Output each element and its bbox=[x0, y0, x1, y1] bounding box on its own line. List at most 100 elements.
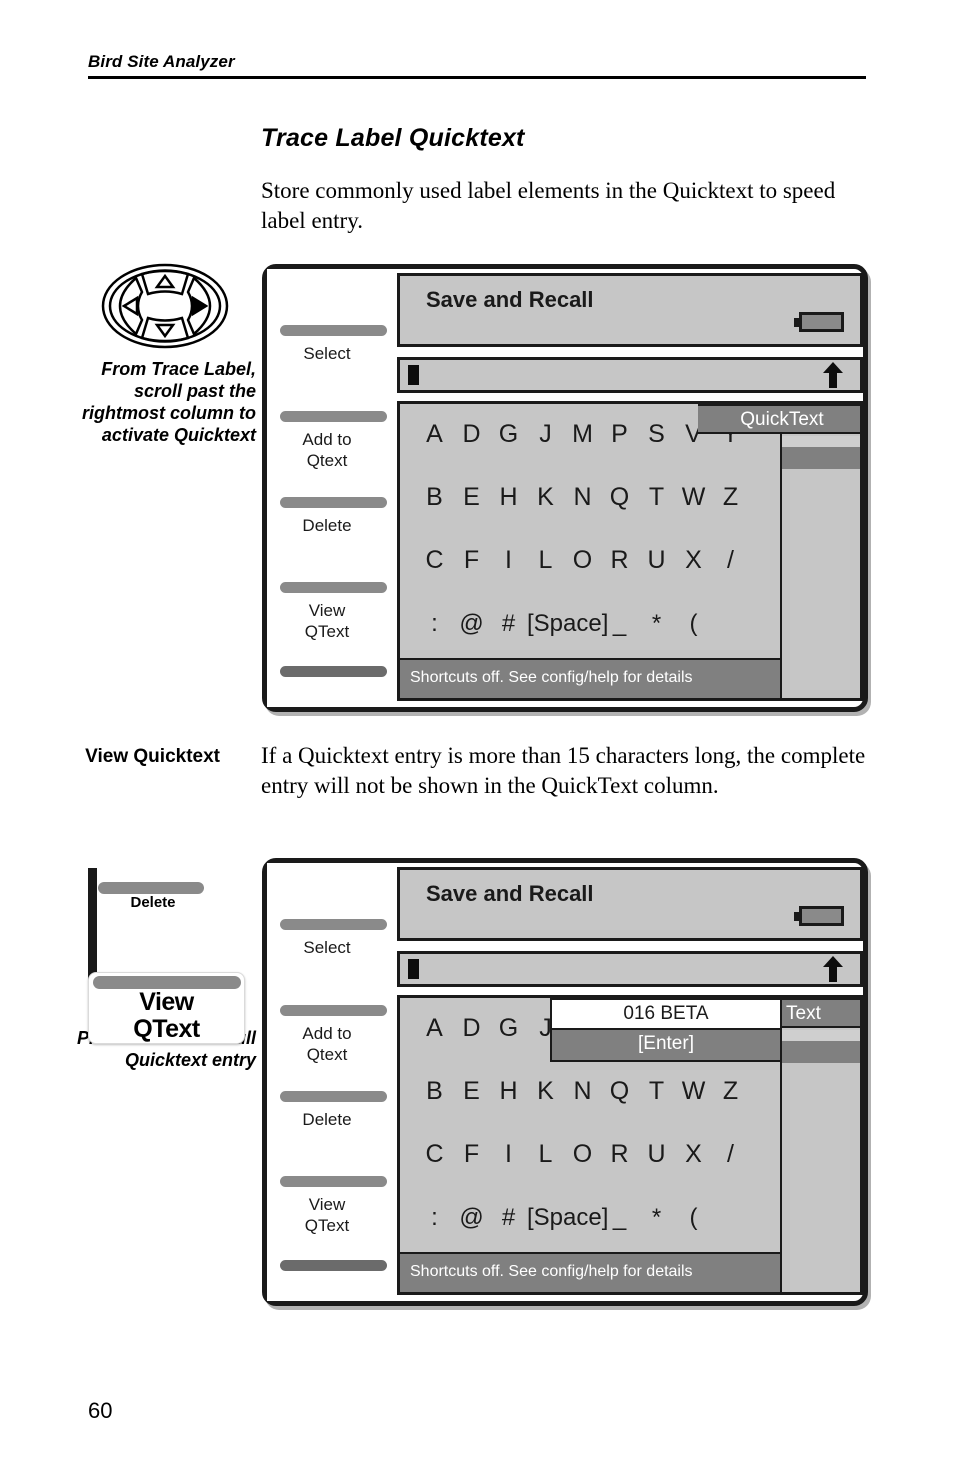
key[interactable]: B bbox=[416, 483, 453, 512]
key[interactable]: S bbox=[638, 420, 675, 449]
key[interactable]: _ bbox=[601, 1204, 638, 1232]
view-quicktext-paragraph: If a Quicktext entry is more than 15 cha… bbox=[261, 743, 866, 798]
key[interactable]: F bbox=[453, 546, 490, 575]
page-title: Trace Label Quicktext bbox=[261, 124, 525, 152]
key[interactable]: A bbox=[416, 420, 453, 449]
key[interactable]: : bbox=[416, 610, 453, 638]
key[interactable]: L bbox=[527, 1140, 564, 1169]
key[interactable]: Z bbox=[712, 483, 749, 512]
key[interactable]: H bbox=[490, 1077, 527, 1106]
dpad-callout-caption: From Trace Label, scroll past the rightm… bbox=[82, 359, 256, 445]
softkey-blank[interactable] bbox=[267, 1260, 395, 1278]
view-quicktext-side-label: View Quicktext bbox=[85, 746, 220, 767]
softkey-view-qtext[interactable]: View QText bbox=[267, 582, 395, 642]
softkey-label: View QText bbox=[304, 601, 350, 641]
key[interactable]: O bbox=[564, 1140, 601, 1169]
softkey-view-qtext[interactable]: View QText bbox=[267, 1176, 395, 1236]
key[interactable]: B bbox=[416, 1077, 453, 1106]
text-cursor-icon bbox=[408, 365, 419, 385]
battery-body bbox=[799, 906, 844, 926]
quicktext-row-selected[interactable] bbox=[782, 447, 860, 469]
key[interactable]: P bbox=[601, 420, 638, 449]
key[interactable]: G bbox=[490, 420, 527, 449]
key[interactable]: / bbox=[712, 1140, 749, 1169]
key[interactable]: X bbox=[675, 546, 712, 575]
key[interactable]: T bbox=[638, 483, 675, 512]
key[interactable]: F bbox=[453, 1140, 490, 1169]
key[interactable]: / bbox=[712, 546, 749, 575]
key[interactable]: I bbox=[490, 1140, 527, 1169]
view-qtext-softkey-button[interactable]: View QText bbox=[88, 972, 245, 1044]
key[interactable]: C bbox=[416, 546, 453, 575]
quicktext-popup-value: 016 BETA bbox=[550, 998, 782, 1030]
key[interactable]: O bbox=[564, 546, 601, 575]
character-grid: A D G J M P S V Y B E H K N Q T W Z C F … bbox=[400, 404, 780, 658]
key[interactable]: Q bbox=[601, 483, 638, 512]
quicktext-popup-enter-item[interactable]: [Enter] bbox=[550, 1030, 782, 1062]
quicktext-column[interactable]: QuickText bbox=[698, 404, 860, 698]
key[interactable]: Z bbox=[712, 1077, 749, 1106]
softkey-blank[interactable] bbox=[267, 666, 395, 684]
softkey-select[interactable]: Select bbox=[267, 919, 395, 958]
key[interactable]: Q bbox=[601, 1077, 638, 1106]
key[interactable]: D bbox=[453, 1014, 490, 1043]
key[interactable]: E bbox=[453, 483, 490, 512]
quicktext-row-empty[interactable] bbox=[782, 1030, 860, 1041]
device-screenshot-2: Select Add to Qtext Delete View QText Sa… bbox=[262, 858, 868, 1306]
key[interactable]: G bbox=[490, 1014, 527, 1043]
key[interactable]: D bbox=[453, 420, 490, 449]
text-entry-field[interactable] bbox=[397, 951, 863, 987]
key-space[interactable]: [Space] bbox=[527, 610, 608, 638]
key[interactable]: # bbox=[490, 1204, 527, 1232]
page-running-header: Bird Site Analyzer bbox=[88, 52, 866, 79]
key[interactable]: J bbox=[527, 420, 564, 449]
softkey-label: Add to Qtext bbox=[302, 1024, 352, 1064]
key[interactable]: U bbox=[638, 546, 675, 575]
softkey-add-to-qtext[interactable]: Add to Qtext bbox=[267, 1005, 395, 1065]
quicktext-column-header: Text bbox=[782, 998, 860, 1028]
key[interactable]: E bbox=[453, 1077, 490, 1106]
key[interactable]: R bbox=[601, 1140, 638, 1169]
key[interactable]: # bbox=[490, 610, 527, 638]
page-number: 60 bbox=[88, 1398, 113, 1423]
dpad-navigation-icon bbox=[100, 262, 230, 350]
key[interactable]: X bbox=[675, 1140, 712, 1169]
softkey-label: Delete bbox=[302, 1110, 352, 1129]
battery-body bbox=[799, 312, 844, 332]
key[interactable]: ( bbox=[675, 1204, 712, 1232]
key[interactable]: C bbox=[416, 1140, 453, 1169]
key[interactable]: U bbox=[638, 1140, 675, 1169]
key[interactable]: T bbox=[638, 1077, 675, 1106]
screen-titlebar: Save and Recall bbox=[397, 273, 863, 347]
key[interactable]: @ bbox=[453, 610, 490, 638]
key[interactable]: A bbox=[416, 1014, 453, 1043]
key[interactable]: * bbox=[638, 1204, 675, 1232]
key[interactable]: : bbox=[416, 1204, 453, 1232]
text-entry-field[interactable] bbox=[397, 357, 863, 393]
key[interactable]: W bbox=[675, 1077, 712, 1106]
key[interactable]: N bbox=[564, 483, 601, 512]
key[interactable]: K bbox=[527, 483, 564, 512]
key[interactable]: * bbox=[638, 610, 675, 638]
key[interactable]: @ bbox=[453, 1204, 490, 1232]
key[interactable]: I bbox=[490, 546, 527, 575]
quicktext-column[interactable]: Text bbox=[780, 998, 860, 1292]
key[interactable]: ( bbox=[675, 610, 712, 638]
quicktext-row-empty[interactable] bbox=[782, 436, 860, 447]
key[interactable]: _ bbox=[601, 610, 638, 638]
softkey-delete[interactable]: Delete bbox=[267, 1091, 395, 1130]
key-space[interactable]: [Space] bbox=[527, 1204, 608, 1232]
key[interactable]: W bbox=[675, 483, 712, 512]
key[interactable]: M bbox=[564, 420, 601, 449]
softkey-label: Delete bbox=[302, 516, 352, 535]
key[interactable]: R bbox=[601, 546, 638, 575]
key[interactable]: N bbox=[564, 1077, 601, 1106]
softkey-delete[interactable]: Delete bbox=[267, 497, 395, 536]
key[interactable]: K bbox=[527, 1077, 564, 1106]
quicktext-row-selected[interactable] bbox=[782, 1041, 860, 1063]
softkey-select[interactable]: Select bbox=[267, 325, 395, 364]
key[interactable]: L bbox=[527, 546, 564, 575]
softkey-add-to-qtext[interactable]: Add to Qtext bbox=[267, 411, 395, 471]
key[interactable]: H bbox=[490, 483, 527, 512]
keyboard-row: B E H K N Q T W Z bbox=[416, 483, 786, 512]
